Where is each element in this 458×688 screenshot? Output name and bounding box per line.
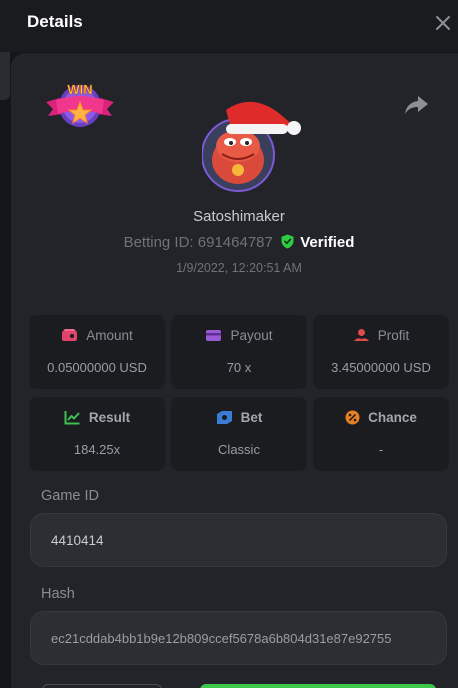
verified-label: Verified [300,234,355,251]
payout-icon [206,330,222,341]
stat-card-result: Result 184.25x [29,397,165,471]
profit-label: Profit [377,328,410,343]
verified-shield-icon [281,234,294,249]
betting-id-value: 691464787 [197,234,273,251]
profit-value: 3.45000000 USD [331,360,431,375]
game-id-field[interactable]: 4410414 [30,513,447,567]
amount-value: 0.05000000 USD [47,360,147,375]
game-id-label: Game ID [41,488,100,504]
bet-label: Bet [240,410,263,425]
avatar [201,92,302,192]
hash-field[interactable]: ec21cddab4bb1b9e12b809ccef5678a6b804d31e… [30,611,447,665]
chance-value: - [378,442,384,457]
chance-icon [345,410,360,425]
modal-title: Details [27,12,83,31]
win-badge: WIN [44,80,116,132]
close-icon [436,16,450,30]
primary-button[interactable] [200,684,436,688]
betting-id-label: Betting ID: [123,234,194,251]
payout-value: 70 x [226,360,252,375]
secondary-button[interactable] [42,684,162,688]
stat-card-payout: Payout 70 x [171,315,307,389]
bet-icon [216,411,232,424]
close-button[interactable] [432,12,454,34]
hash-label: Hash [41,586,75,602]
game-id-value: 4410414 [51,533,104,548]
result-icon [64,411,80,425]
win-badge-text: WIN [67,82,92,97]
username: Satoshimaker [193,208,285,225]
betting-id-row: Betting ID: 691464787 Verified [0,234,458,251]
stat-card-bet: Bet Classic [171,397,307,471]
amount-icon [62,329,78,341]
bet-datetime: 1/9/2022, 12:20:51 AM [176,261,302,275]
result-value: 184.25x [73,442,121,457]
hash-value: ec21cddab4bb1b9e12b809ccef5678a6b804d31e… [51,631,392,646]
chance-label: Chance [368,410,417,425]
share-button[interactable] [402,93,430,117]
stat-card-chance: Chance - [313,397,449,471]
share-icon [405,96,428,114]
stat-card-profit: Profit 3.45000000 USD [313,315,449,389]
payout-label: Payout [230,328,273,343]
amount-label: Amount [86,328,133,343]
bet-value: Classic [218,442,260,457]
modal-header: Details [0,0,458,52]
profit-icon [353,329,369,341]
stat-card-amount: Amount 0.05000000 USD [29,315,165,389]
result-label: Result [88,410,131,425]
